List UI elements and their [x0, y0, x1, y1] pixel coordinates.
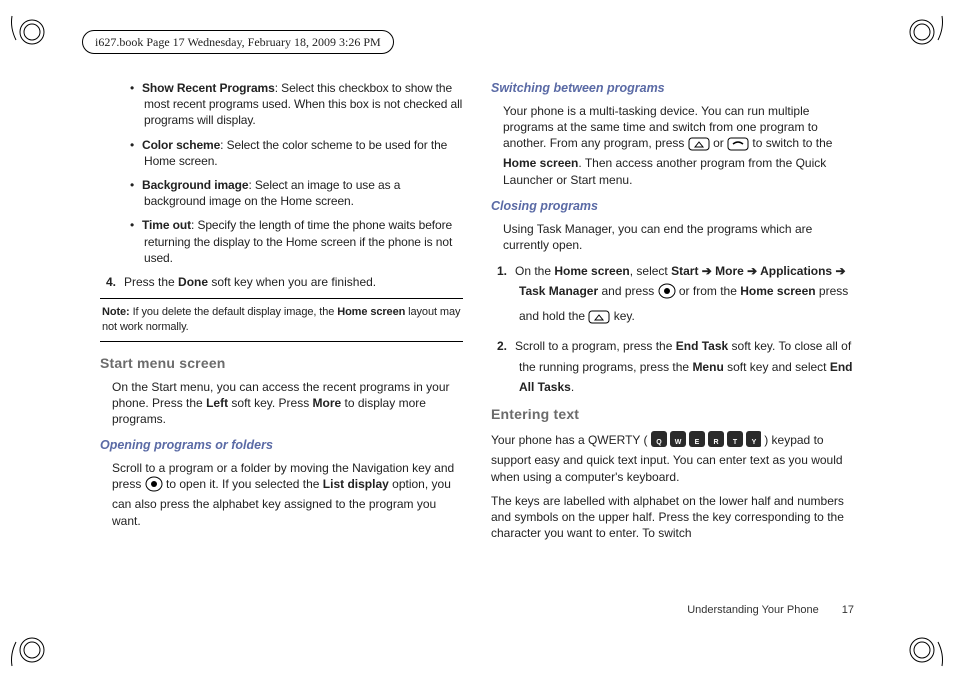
bullet-time-out: •Time out: Specify the length of time th… [144, 217, 463, 266]
bullet-color-scheme: •Color scheme: Select the color scheme t… [144, 137, 463, 169]
home-key-icon [688, 137, 710, 155]
page-footer: Understanding Your Phone 17 [687, 603, 854, 618]
corner-ornament-top-left [8, 8, 48, 48]
footer-section: Understanding Your Phone [687, 604, 819, 616]
entering-text-paragraph-2: The keys are labelled with alphabet on t… [491, 493, 854, 542]
svg-text:E: E [695, 439, 700, 446]
left-column: •Show Recent Programs: Select this check… [100, 80, 463, 622]
svg-text:Q: Q [656, 439, 662, 446]
bullet-background-image: •Background image: Select an image to us… [144, 177, 463, 209]
heading-start-menu-screen: Start menu screen [100, 354, 463, 373]
qwerty-keys-icon: Q W E R T Y [651, 430, 761, 452]
corner-ornament-top-right [906, 8, 946, 48]
opening-programs-paragraph: Scroll to a program or a folder by movin… [112, 460, 463, 529]
nav-center-key-icon [658, 283, 676, 305]
svg-text:Y: Y [752, 439, 757, 446]
entering-text-paragraph-1: Your phone has a QWERTY ( Q W E R T Y [491, 430, 854, 485]
header-tag: i627.book Page 17 Wednesday, February 18… [82, 30, 394, 54]
page-number: 17 [842, 603, 854, 618]
start-menu-paragraph: On the Start menu, you can access the re… [112, 379, 463, 428]
heading-switching-programs: Switching between programs [491, 80, 854, 97]
heading-opening-programs: Opening programs or folders [100, 437, 463, 454]
heading-closing-programs: Closing programs [491, 198, 854, 215]
home-key-icon [588, 310, 610, 330]
step-1: 1.On the Home screen, select Start ➔ Mor… [519, 261, 854, 330]
svg-text:W: W [675, 439, 682, 446]
corner-ornament-bottom-left [8, 634, 48, 674]
page-body: •Show Recent Programs: Select this check… [100, 80, 854, 622]
bullet-show-recent: •Show Recent Programs: Select this check… [144, 80, 463, 129]
note-block: Note: If you delete the default display … [100, 298, 463, 342]
closing-paragraph: Using Task Manager, you can end the prog… [503, 221, 854, 253]
right-column: Switching between programs Your phone is… [491, 80, 854, 622]
nav-center-key-icon [145, 476, 163, 496]
svg-text:T: T [733, 439, 738, 446]
end-key-icon [727, 137, 749, 155]
heading-entering-text: Entering text [491, 405, 854, 424]
step-2: 2.Scroll to a program, press the End Tas… [519, 336, 854, 397]
switching-paragraph: Your phone is a multi-tasking device. Yo… [503, 103, 854, 188]
step-4: 4.Press the Done soft key when you are f… [128, 274, 463, 290]
svg-text:R: R [713, 439, 718, 446]
corner-ornament-bottom-right [906, 634, 946, 674]
